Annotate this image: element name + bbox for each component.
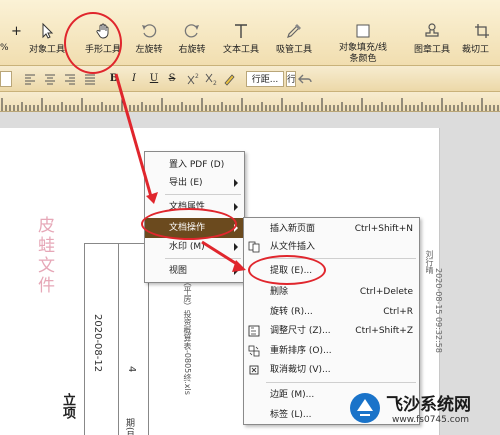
hand-tool-label: 手形工具: [84, 45, 121, 55]
submenu-arrow-icon: [234, 224, 238, 232]
align-left-icon[interactable]: [24, 73, 36, 85]
highlighter-icon[interactable]: [222, 72, 236, 86]
fill-color-icon: [356, 24, 370, 38]
main-toolbar: % + 对象工具 手形工具 左旋转 右旋转 文本工具 吸管工具 对象填充/线条颜…: [0, 0, 500, 66]
hand-icon: [96, 23, 109, 39]
submenu-item-rotate[interactable]: 旋转 (R)... Ctrl+R: [244, 303, 419, 321]
stamp-tool-button[interactable]: 图章工具: [408, 22, 456, 62]
submenu-item-reorder[interactable]: 重新排序 (O)...: [244, 342, 419, 360]
table-left-line: [84, 243, 85, 435]
document-filename: （平房）投资概算表-0805终.xls: [183, 278, 192, 395]
rotate-left-button[interactable]: 左旋转: [130, 22, 168, 62]
text-cursor-icon: [235, 24, 247, 38]
crop-icon: [475, 24, 489, 38]
submenu-arrow-icon: [234, 243, 238, 251]
stamp-tool-label: 图章工具: [413, 45, 450, 55]
crop-tool-button[interactable]: 裁切工: [462, 22, 500, 62]
submenu-arrow-icon: [234, 267, 238, 275]
superscript-icon[interactable]: 2: [186, 72, 200, 86]
align-justify-icon[interactable]: [84, 73, 96, 85]
site-url: www.fs0745.com: [392, 415, 469, 425]
submenu-item-insert-from-file[interactable]: 从文件插入: [244, 238, 419, 256]
line-spacing-value[interactable]: 行间: [286, 71, 296, 87]
menu-item-document-properties[interactable]: 文档属性: [145, 198, 244, 216]
hand-tool-button[interactable]: 手形工具: [78, 22, 128, 62]
submenu-item-delete[interactable]: 删除 Ctrl+Delete: [244, 283, 419, 301]
submenu-item-insert-new-page[interactable]: 插入新页面 Ctrl+Shift+N: [244, 220, 419, 238]
table-col-line-1: [118, 243, 119, 435]
stamp-watermark-text: 皮蛙文件: [34, 216, 54, 296]
align-center-icon[interactable]: [44, 73, 56, 85]
fill-color-label: 对象填充/线条颜色: [338, 43, 388, 64]
app-window: % + 对象工具 手形工具 左旋转 右旋转 文本工具 吸管工具 对象填充/线条颜…: [0, 0, 500, 435]
undo-arrow-icon[interactable]: [298, 72, 312, 86]
document-date: 2020-08-12: [92, 314, 103, 373]
document-number: 4: [126, 366, 137, 373]
submenu-arrow-icon: [234, 179, 238, 187]
site-watermark: 飞沙系统网 www.fs0745.com: [348, 385, 498, 433]
resize-page-icon: [248, 325, 260, 337]
arrow-cursor-icon: [42, 22, 54, 39]
object-tool-button[interactable]: 对象工具: [22, 22, 72, 62]
menu-item-watermark[interactable]: 水印 (M): [145, 238, 244, 256]
submenu-item-resize[interactable]: 调整尺寸 (Z)... Ctrl+Shift+Z: [244, 322, 419, 340]
context-menu: 置入 PDF (D) 导出 (E) 文档属性 文档操作 水印 (M) 视图: [144, 151, 245, 283]
eyedropper-icon: [287, 24, 301, 38]
eyedropper-tool-button[interactable]: 吸管工具: [270, 22, 318, 62]
underline-button[interactable]: U: [148, 71, 160, 87]
menu-separator: [266, 258, 416, 259]
italic-button[interactable]: I: [128, 71, 140, 87]
menu-item-document-operations[interactable]: 文档操作: [145, 218, 244, 238]
fill-color-button[interactable]: 对象填充/线条颜色: [326, 22, 400, 64]
document-month-label: 期(月): [124, 418, 134, 435]
site-logo-icon: [350, 393, 380, 423]
reorder-pages-icon: [248, 345, 260, 357]
ruler-ticks: [1, 98, 499, 111]
align-right-icon[interactable]: [64, 73, 76, 85]
rotate-right-icon: [184, 24, 199, 38]
strikethrough-button[interactable]: S: [166, 71, 178, 87]
uncrop-icon: [249, 365, 259, 375]
submenu-item-extract[interactable]: 提取 (E)...: [244, 262, 419, 280]
menu-item-import-pdf[interactable]: 置入 PDF (D): [145, 156, 244, 174]
rotate-right-label: 右旋转: [178, 45, 206, 55]
crop-tool-label: 裁切工: [462, 45, 490, 55]
menu-item-view[interactable]: 视图: [145, 262, 244, 280]
line-spacing-dropdown[interactable]: 行距...: [246, 71, 284, 87]
bold-button[interactable]: B: [108, 71, 120, 87]
eyedropper-tool-label: 吸管工具: [275, 45, 312, 55]
signed-timestamp: 2020-08-15 09:32:58: [434, 268, 443, 353]
rotate-right-button[interactable]: 右旋转: [172, 22, 212, 62]
font-size-dropdown[interactable]: [0, 71, 12, 87]
insert-file-icon: [248, 241, 260, 253]
site-name: 飞沙系统网: [386, 395, 471, 415]
svg-text:2: 2: [195, 73, 199, 80]
subscript-icon[interactable]: 2: [204, 72, 218, 86]
menu-separator: [165, 258, 241, 259]
horizontal-ruler: [0, 92, 500, 112]
document-section-title: 立项: [60, 393, 75, 419]
zoom-percent-label: %: [0, 43, 9, 53]
menu-separator: [165, 194, 241, 195]
rotate-left-label: 左旋转: [135, 45, 163, 55]
object-tool-label: 对象工具: [28, 45, 65, 55]
text-tool-label: 文本工具: [222, 45, 259, 55]
submenu-item-uncrop[interactable]: 取消裁切 (V)...: [244, 361, 419, 379]
stamp-icon: [425, 23, 439, 37]
format-toolbar: B I U S 2 2 行距... 行间: [0, 66, 500, 92]
menu-item-export[interactable]: 导出 (E): [145, 174, 244, 192]
svg-text:2: 2: [213, 80, 217, 86]
zoom-plus-icon[interactable]: +: [11, 24, 22, 39]
text-tool-button[interactable]: 文本工具: [218, 22, 264, 62]
menu-separator: [266, 382, 416, 383]
submenu-arrow-icon: [234, 203, 238, 211]
rotate-left-icon: [142, 24, 157, 38]
